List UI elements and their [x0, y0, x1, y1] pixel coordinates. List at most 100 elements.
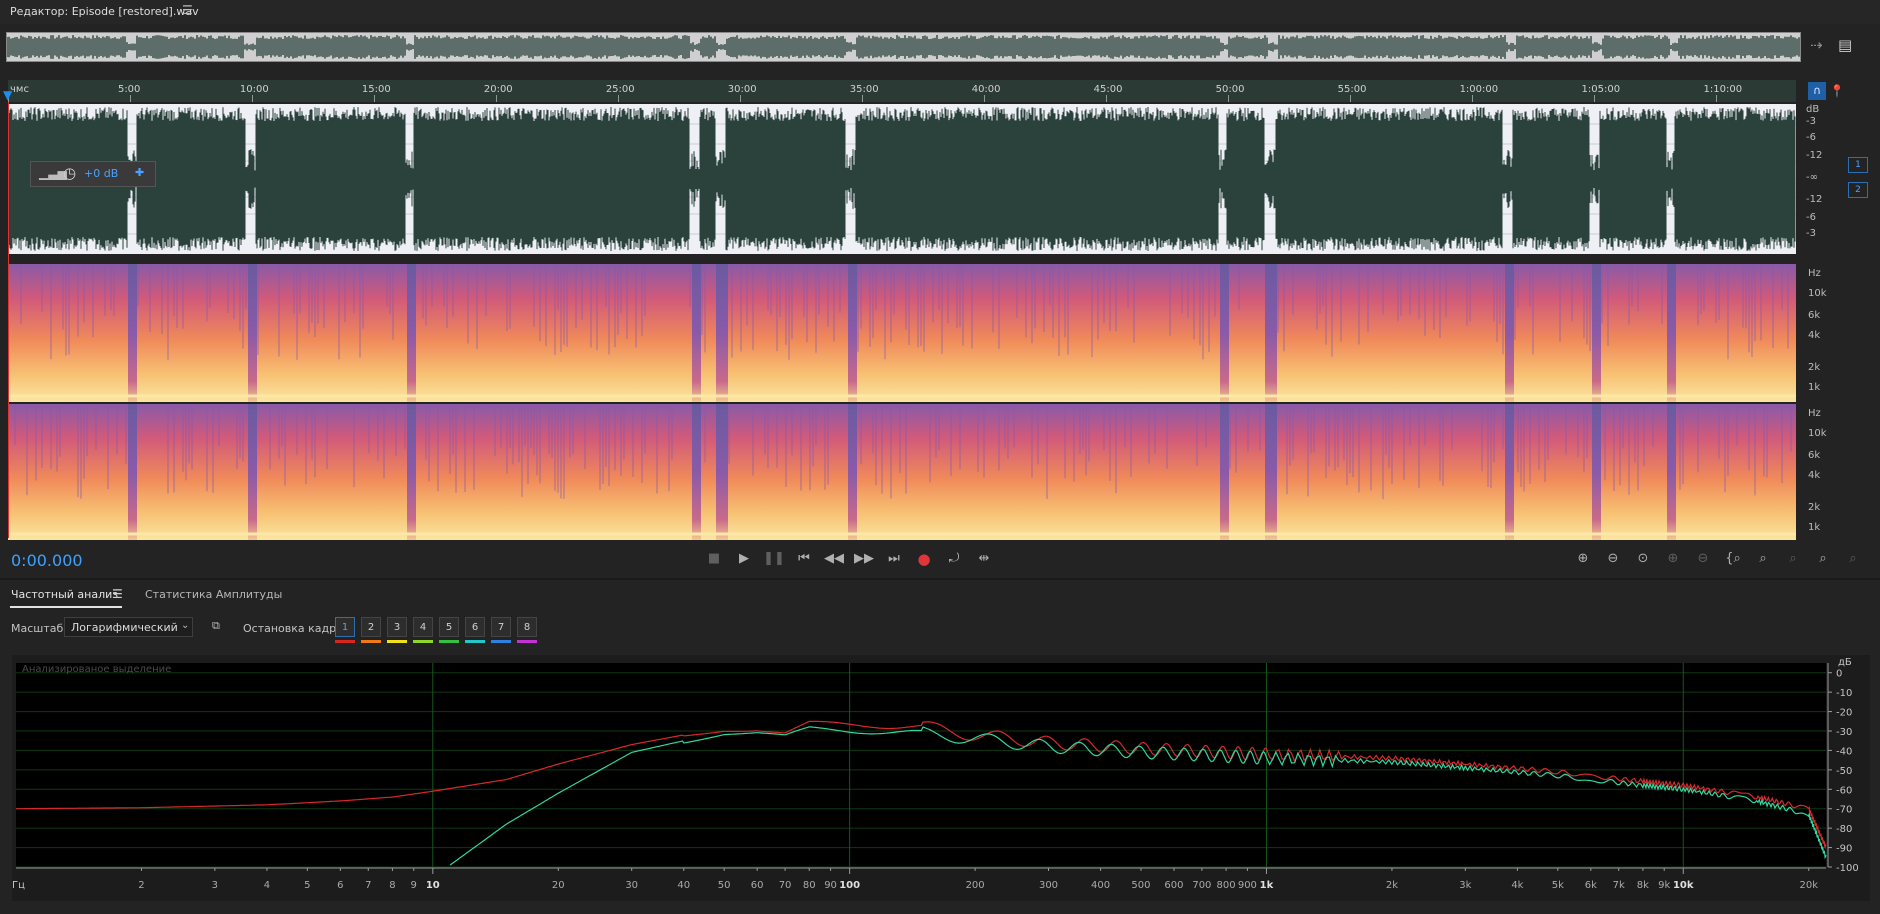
- freq-label: 1k: [1808, 522, 1821, 533]
- list-view-icon[interactable]: ▤: [1838, 36, 1852, 54]
- zoom-full-icon[interactable]: ⌕: [1842, 548, 1864, 570]
- panel-menu-icon[interactable]: ☰: [112, 587, 123, 601]
- spectrogram-column: [1358, 404, 1360, 493]
- freeze-frame-7[interactable]: 7: [491, 617, 511, 637]
- freeze-frame-1[interactable]: 1: [335, 617, 355, 637]
- ruler-tick: [1227, 95, 1229, 102]
- spectrogram-column: [1319, 264, 1321, 314]
- zoom-in-amplitude-icon[interactable]: ⊕: [1572, 548, 1594, 570]
- spectrogram-column: [281, 404, 283, 447]
- freeze-frame-8[interactable]: 8: [517, 617, 537, 637]
- spectrogram-column: [1703, 264, 1705, 311]
- frequency-graph[interactable]: дБ 0 -10 -20 -30 -40 -50 -60 -70 -80 -90 -100 Гц 2 3 4 5…: [12, 655, 1870, 901]
- spectrogram-column: [827, 264, 829, 327]
- spectrogram-column: [1652, 404, 1654, 447]
- zoom-in-right-icon[interactable]: ⌕: [1812, 548, 1834, 570]
- freeze-frame-4[interactable]: 4: [413, 617, 433, 637]
- gain-knob-icon[interactable]: ◷: [63, 164, 76, 182]
- spectrogram-quiet-column: [1220, 404, 1223, 540]
- copy-icon[interactable]: ⧉: [212, 619, 226, 633]
- rewind-icon[interactable]: ◀◀: [823, 548, 845, 570]
- spectrogram-column: [494, 404, 496, 457]
- spectrogram-column: [1385, 404, 1387, 455]
- spectrogram-quiet-column: [1271, 404, 1274, 540]
- zoom-reset-icon[interactable]: ⊙: [1632, 548, 1654, 570]
- spectrogram-quiet-column: [131, 404, 134, 540]
- skip-selection-icon[interactable]: ⇹: [973, 548, 995, 570]
- marker-pin-icon[interactable]: 📍: [1828, 82, 1846, 100]
- freeze-frame-6[interactable]: 6: [465, 617, 485, 637]
- spectrogram-quiet-column: [1598, 404, 1601, 540]
- gain-value[interactable]: +0 dB: [84, 167, 118, 180]
- spectrogram-column: [956, 264, 958, 329]
- tab-frequency-analysis[interactable]: Частотный анализ: [11, 588, 118, 601]
- spectrogram-column: [1481, 404, 1483, 472]
- stop-icon[interactable]: ■: [703, 548, 725, 570]
- spectrogram-column: [1322, 264, 1324, 306]
- record-icon[interactable]: ●: [913, 548, 935, 570]
- timecode-display[interactable]: 0:00.000: [11, 551, 83, 570]
- spectrogram-column: [353, 404, 355, 488]
- freeze-frame-2[interactable]: 2: [361, 617, 381, 637]
- spectrogram-quiet-column: [1268, 404, 1271, 540]
- pause-icon[interactable]: ❚❚: [763, 548, 785, 570]
- ruler-label: 40:00: [971, 84, 1001, 95]
- zoom-out-time-icon[interactable]: ⊖: [1692, 548, 1714, 570]
- channel-1-badge[interactable]: 1: [1848, 157, 1868, 173]
- spectrogram-channel-2[interactable]: [8, 404, 1796, 540]
- spectrogram-column: [1718, 264, 1720, 320]
- spectrogram-column: [932, 264, 934, 323]
- freeze-frame-3[interactable]: 3: [387, 617, 407, 637]
- spectrogram-column: [1193, 264, 1195, 340]
- ruler-label: чмс: [10, 84, 29, 95]
- spectrogram-column: [521, 404, 523, 497]
- x-tick-label: 7k: [1613, 880, 1625, 891]
- play-icon[interactable]: ▶: [733, 548, 755, 570]
- spectrogram-channel-1[interactable]: [8, 264, 1796, 402]
- overview-waveform[interactable]: [6, 32, 1801, 62]
- clip-gain-control[interactable]: ▁▃▅ ◷ +0 dB ✚: [30, 161, 156, 187]
- zoom-selection-icon[interactable]: {⌕: [1722, 548, 1744, 570]
- hamburger-icon[interactable]: ☰: [182, 3, 193, 17]
- spectrogram-column: [1073, 404, 1075, 482]
- skip-end-icon[interactable]: ⏭: [883, 548, 905, 570]
- spectrogram-column: [998, 264, 1000, 349]
- zoom-in-left-icon[interactable]: ⌕: [1782, 548, 1804, 570]
- spectrogram-quiet-column: [251, 264, 254, 402]
- spectrogram-column: [1544, 404, 1546, 483]
- time-selection-icon[interactable]: ⇢: [1810, 36, 1823, 54]
- zoom-in-time-icon[interactable]: ⊕: [1662, 548, 1684, 570]
- spectrogram-column: [941, 264, 943, 354]
- spectrogram-column: [296, 264, 298, 360]
- ruler-label: 55:00: [1337, 84, 1367, 95]
- spectrogram-column: [1109, 404, 1111, 481]
- spectrogram-column: [563, 404, 565, 499]
- spectrogram-quiet-column: [134, 404, 137, 540]
- freeze-frame-5[interactable]: 5: [439, 617, 459, 637]
- spectrogram-column: [641, 404, 643, 483]
- waveform-editor[interactable]: [8, 104, 1796, 254]
- skip-start-icon[interactable]: ⏮: [793, 548, 815, 570]
- time-ruler[interactable]: чмс 5:00 10:00 15:00 20:00 25:00 30:00 35:00 40:…: [8, 80, 1796, 102]
- spectrogram-column: [452, 264, 454, 317]
- y-axis-unit: дБ: [1838, 657, 1852, 668]
- playhead-marker-icon[interactable]: ▼: [3, 88, 12, 102]
- x-tick-label: 20: [552, 880, 565, 891]
- spectrogram-column: [50, 404, 52, 469]
- tab-amplitude-statistics[interactable]: Статистика Амплитуды: [145, 588, 282, 601]
- pin-icon[interactable]: ✚: [135, 166, 144, 179]
- loop-icon[interactable]: ⤾: [943, 548, 965, 570]
- spectrogram-quiet-column: [413, 264, 416, 402]
- channel-2-badge[interactable]: 2: [1848, 182, 1868, 198]
- fast-forward-icon[interactable]: ▶▶: [853, 548, 875, 570]
- spectrogram-quiet-column: [1592, 264, 1595, 402]
- zoom-out-full-icon[interactable]: ⌕: [1752, 548, 1774, 570]
- snap-icon[interactable]: ∩: [1808, 82, 1826, 100]
- spectrogram-column: [167, 264, 169, 360]
- zoom-out-amplitude-icon[interactable]: ⊖: [1602, 548, 1624, 570]
- scale-select[interactable]: Логарифмический: [64, 617, 193, 637]
- spectrogram-column: [557, 264, 559, 310]
- spectrogram-column: [62, 264, 64, 330]
- freq-label: 4k: [1808, 470, 1821, 481]
- frequency-chart: дБ0 -10 -20 -30 -40 -50 -60 -70 -80 -90 -100 Гц 2 3 4 5…: [12, 657, 1859, 891]
